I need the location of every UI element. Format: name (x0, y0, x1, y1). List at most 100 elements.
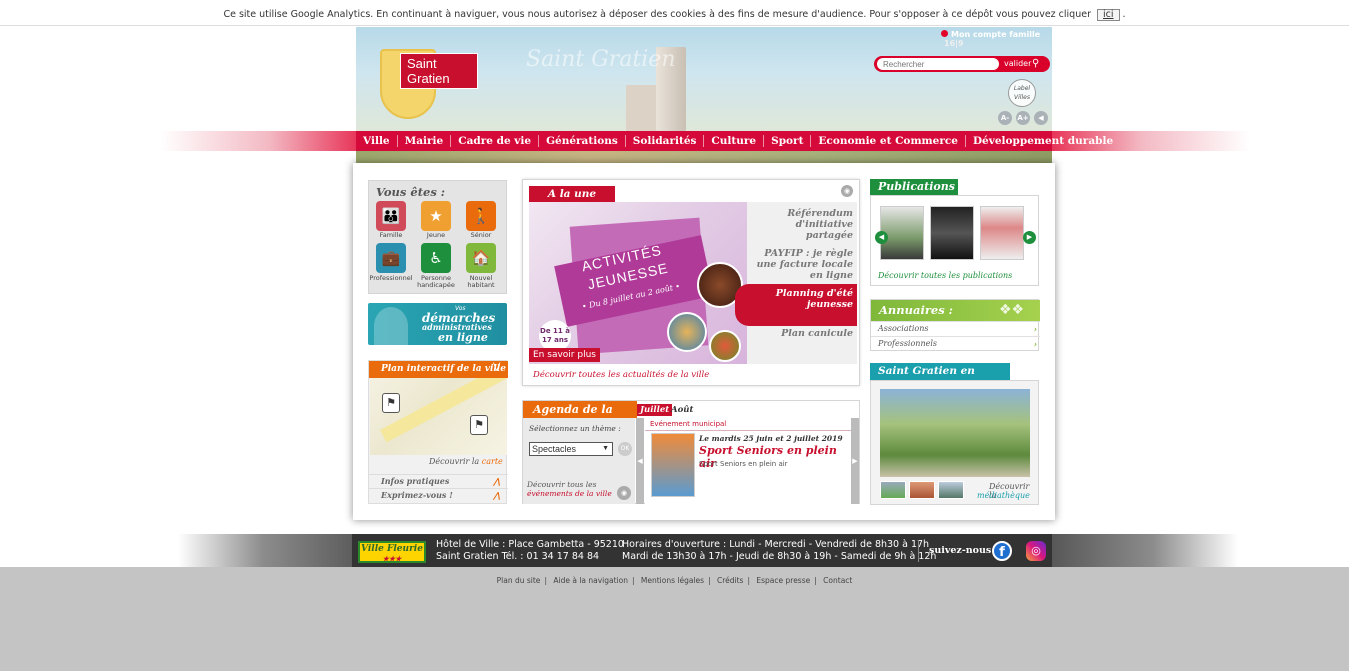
link-espace-presse[interactable]: Espace presse (756, 576, 810, 585)
ville-fleurie-logo: Ville Fleurie ★★★ (358, 541, 426, 563)
agenda-month-aout[interactable]: Août (671, 405, 693, 415)
profile-label-handicap[interactable]: Personne handicapée (411, 275, 461, 289)
une-more-actualites[interactable]: actualités de la ville (623, 370, 709, 380)
nav-item-ville[interactable]: Ville (356, 135, 398, 147)
publication-cover[interactable] (980, 206, 1024, 260)
map-pin-icon[interactable]: ⚑ (382, 393, 400, 413)
theme-label: Sélectionnez un thème : (529, 424, 621, 433)
professional-icon[interactable]: 💼 (376, 243, 406, 273)
site-header: Saint Gratien Saint Gratien Mon compte f… (356, 27, 1052, 131)
images-link-mediatheque[interactable]: médiathèque (977, 491, 1030, 500)
une-item-referendum[interactable]: Référendum d'initiative partagée (747, 208, 857, 241)
account-link[interactable]: Mon compte famille 16|9 (941, 30, 1052, 48)
rss-icon[interactable]: ◉ (841, 185, 853, 197)
une-featured-image[interactable]: ACTIVITÉS JEUNESSE • Du 8 juillet au 2 a… (529, 202, 747, 364)
images-box: Saint Gratien en images Découvrir la méd… (870, 363, 1039, 505)
site-links: Plan du site | Aide à la navigation | Ment… (0, 576, 1349, 585)
family-icon[interactable]: 👪 (376, 201, 406, 231)
photo-circle (667, 312, 707, 352)
profile-label-jeune[interactable]: Jeune (411, 232, 461, 239)
profile-label-famille[interactable]: Famille (366, 232, 416, 239)
publication-cover[interactable] (930, 206, 974, 260)
carousel-prev-icon[interactable]: ◀ (875, 231, 888, 244)
cookie-suffix: . (1122, 9, 1126, 20)
chevron-down-icon[interactable]: ⋁ (493, 362, 500, 372)
profile-label-professionnel[interactable]: Professionnel (366, 275, 416, 282)
demarches-banner[interactable]: Vos démarches administratives en ligne (368, 303, 507, 345)
logo-text: Saint Gratien (400, 53, 478, 89)
instagram-icon[interactable]: ◎ (1026, 541, 1046, 561)
images-thumbnail[interactable] (909, 481, 935, 499)
exprimez-vous-row[interactable]: Exprimez-vous ! ⋀ (369, 488, 508, 501)
plan-link-carte[interactable]: carte (482, 457, 503, 466)
agenda-decouvrir-link[interactable]: événements de la ville (527, 489, 612, 498)
publications-link-label[interactable]: publications (963, 271, 1013, 280)
footer-hours-line2: Mardi de 13h30 à 17h - Jeudi de 8h30 à 1… (622, 551, 937, 562)
link-separator: | (708, 576, 711, 585)
search-input[interactable] (877, 58, 999, 70)
annuaire-associations[interactable]: Associations › (871, 321, 1040, 335)
map-pin-icon[interactable]: ⚑ (470, 415, 488, 435)
une-item-canicule[interactable]: Plan canicule (747, 328, 857, 339)
link-aide-navigation[interactable]: Aide à la navigation (553, 576, 628, 585)
link-credits[interactable]: Crédits (717, 576, 743, 585)
plan-link[interactable]: Découvrir la carte (429, 457, 503, 466)
images-main-photo[interactable] (880, 389, 1030, 477)
une-title: A la une (529, 186, 615, 202)
facebook-icon[interactable]: f (992, 541, 1012, 561)
nav-item-generations[interactable]: Générations (539, 135, 626, 147)
images-thumbnail[interactable] (938, 481, 964, 499)
nav-item-solidarites[interactable]: Solidarités (626, 135, 705, 147)
theme-ok-button[interactable]: OK (618, 442, 632, 456)
photo-circle (709, 330, 741, 362)
search-icon[interactable]: ⚲ (1032, 58, 1039, 69)
demarches-line3: en ligne (438, 331, 488, 344)
site-logo[interactable]: Saint Gratien (370, 49, 478, 121)
une-more-link[interactable]: Découvrir toutes les actualités de la vi… (533, 370, 709, 380)
nav-item-cadre-de-vie[interactable]: Cadre de vie (451, 135, 540, 147)
plan-title[interactable]: Plan interactif de la ville (369, 361, 508, 378)
wheelchair-icon[interactable]: ♿ (421, 243, 451, 273)
theme-select[interactable]: Spectacles ▼ (529, 442, 613, 456)
carousel-next-icon[interactable]: ▶ (1023, 231, 1036, 244)
footer-divider (918, 540, 919, 562)
publications-link[interactable]: Découvrir toutes les publications (878, 271, 1012, 280)
nav-item-developpement-durable[interactable]: Développement durable (966, 135, 1120, 147)
link-contact[interactable]: Contact (823, 576, 852, 585)
une-item-payfip[interactable]: PAYFIP : je règle une facture locale en … (747, 248, 857, 281)
profile-label-senior[interactable]: Sénior (456, 232, 506, 239)
en-savoir-plus-button[interactable]: En savoir plus (529, 348, 600, 362)
images-thumbnail[interactable] (880, 481, 906, 499)
new-resident-icon[interactable]: 🏠 (466, 243, 496, 273)
senior-icon[interactable]: 🚶 (466, 201, 496, 231)
font-increase-button[interactable]: A+ (1016, 111, 1030, 125)
rss-icon[interactable]: ◉ (617, 486, 631, 500)
search-button[interactable]: valider (1004, 59, 1031, 68)
profile-title: Vous êtes : (376, 185, 446, 199)
young-icon[interactable]: ★ (421, 201, 451, 231)
link-mentions-legales[interactable]: Mentions légales (641, 576, 704, 585)
une-item-selected[interactable]: Planning d'été jeunesse (735, 284, 857, 326)
agenda-prev-arrow-icon[interactable]: ◀ (636, 418, 644, 504)
annuaire-professionnels[interactable]: Professionnels › (871, 336, 1040, 350)
chevron-down-icon: ▼ (602, 445, 609, 452)
speaker-icon[interactable]: ◀ (1034, 111, 1048, 125)
plan-map[interactable]: ⚑ ⚑ (370, 378, 507, 455)
agenda-filter: Sélectionnez un thème : Spectacles ▼ OK … (523, 418, 635, 504)
publications-box: Publications ◀ ▶ Découvrir toutes les pu… (870, 179, 1039, 286)
agenda-event[interactable]: Evénement municipal Le mardis 25 juin et… (645, 418, 851, 504)
nav-item-culture[interactable]: Culture (704, 135, 765, 147)
event-thumbnail[interactable] (651, 433, 695, 497)
font-decrease-button[interactable]: A- (998, 111, 1012, 125)
link-plan-du-site[interactable]: Plan du site (497, 576, 541, 585)
profile-label-nouvel-habitant[interactable]: Nouvel habitant (456, 275, 506, 289)
nav-item-sport[interactable]: Sport (764, 135, 812, 147)
link-separator: | (544, 576, 547, 585)
infos-pratiques-row[interactable]: Infos pratiques ⋀ (369, 474, 508, 487)
agenda-next-arrow-icon[interactable]: ▶ (851, 418, 859, 504)
agenda-title: Agenda de la ville (523, 401, 637, 433)
agenda-month-juillet[interactable]: Juillet (637, 404, 673, 416)
nav-item-mairie[interactable]: Mairie (398, 135, 452, 147)
nav-item-economie[interactable]: Economie et Commerce (811, 135, 966, 147)
cookie-button[interactable]: ici (1097, 9, 1120, 21)
